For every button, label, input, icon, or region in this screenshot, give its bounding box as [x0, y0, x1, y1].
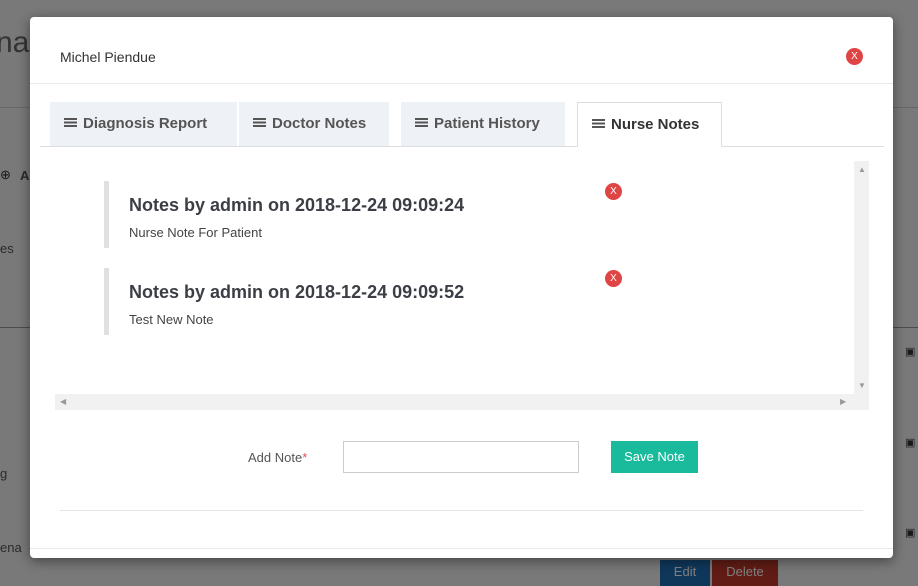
tab-nurse-notes[interactable]: Nurse Notes [577, 102, 722, 147]
scroll-down-icon[interactable]: ▼ [858, 381, 866, 391]
list-icon [592, 119, 605, 128]
scroll-right-icon[interactable]: ▶ [840, 397, 846, 407]
close-modal-button[interactable]: X [846, 48, 863, 65]
list-icon [64, 118, 77, 127]
vertical-scrollbar[interactable]: ▲ ▼ [854, 161, 869, 394]
delete-note-button[interactable]: X [605, 183, 622, 200]
add-note-input[interactable] [343, 441, 579, 473]
required-marker: * [302, 450, 308, 465]
add-note-label-text: Add Note [248, 450, 303, 465]
horizontal-scrollbar[interactable]: ◀ ▶ [55, 394, 869, 410]
save-note-button[interactable]: Save Note [611, 441, 698, 473]
patient-notes-modal: Michel Piendue X Diagnosis Report Doctor… [30, 17, 893, 558]
tab-label: Patient History [434, 115, 540, 132]
modal-footer-divider [30, 548, 893, 549]
tab-patient-history[interactable]: Patient History [401, 102, 565, 146]
form-divider [60, 510, 863, 511]
note-title: Notes by admin on 2018-12-24 09:09:24 [129, 195, 465, 215]
note-item: Notes by admin on 2018-12-24 09:09:24 Nu… [104, 181, 604, 248]
modal-header: Michel Piendue X [30, 17, 893, 84]
delete-note-button[interactable]: X [605, 270, 622, 287]
note-text: Nurse Note For Patient [129, 225, 262, 240]
list-icon [415, 118, 428, 127]
tab-label: Doctor Notes [272, 115, 367, 132]
add-note-label: Add Note* [248, 450, 307, 465]
note-title: Notes by admin on 2018-12-24 09:09:52 [129, 282, 465, 302]
tab-diagnosis-report[interactable]: Diagnosis Report [50, 102, 237, 146]
scroll-up-icon[interactable]: ▲ [858, 165, 866, 175]
note-text: Test New Note [129, 312, 214, 327]
modal-title: Michel Piendue [60, 49, 156, 65]
scroll-left-icon[interactable]: ◀ [60, 397, 66, 407]
tab-label: Nurse Notes [611, 116, 700, 133]
list-icon [253, 118, 266, 127]
note-item: Notes by admin on 2018-12-24 09:09:52 Te… [104, 268, 604, 335]
nurse-notes-panel: Notes by admin on 2018-12-24 09:09:24 Nu… [55, 161, 869, 410]
tab-doctor-notes[interactable]: Doctor Notes [239, 102, 389, 146]
tab-bar: Diagnosis Report Doctor Notes Patient Hi… [40, 102, 884, 147]
tab-label: Diagnosis Report [83, 115, 208, 132]
